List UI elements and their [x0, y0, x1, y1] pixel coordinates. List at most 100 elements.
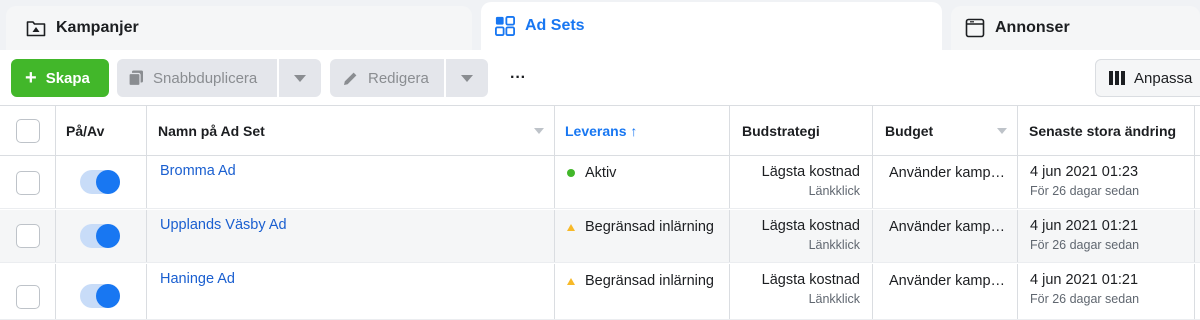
- header-onoff[interactable]: På/Av: [56, 106, 147, 155]
- quick-duplicate-label: Snabbduplicera: [153, 69, 258, 87]
- delivery-toggle[interactable]: [80, 284, 120, 308]
- columns-icon: [1109, 71, 1125, 85]
- header-last-change-label: Senaste stora ändring: [1029, 122, 1177, 139]
- chevron-down-icon: [461, 74, 473, 82]
- campaign-folder-icon: [26, 18, 46, 38]
- table-header-row: På/Av Namn på Ad Set Leverans ↑ Budstrat…: [0, 106, 1200, 156]
- header-bid-strategy[interactable]: Budstrategi: [730, 106, 873, 155]
- tab-ad-sets[interactable]: Ad Sets: [481, 2, 942, 50]
- ad-set-name-link[interactable]: Bromma Ad: [160, 163, 236, 179]
- last-change-date: 4 jun 2021 01:21: [1030, 218, 1139, 234]
- header-last-change[interactable]: Senaste stora ändring: [1018, 106, 1195, 155]
- tab-bar: Kampanjer Ad Sets Annonser: [0, 0, 1200, 50]
- bid-strategy-value: Lägsta kostnad: [761, 164, 860, 180]
- bid-strategy-cell: Lägsta kostnad Länkklick: [730, 210, 873, 262]
- budget-cell: Använder kamp…: [873, 264, 1018, 319]
- budget-value: Använder kamp…: [889, 273, 1006, 289]
- chevron-down-icon[interactable]: [534, 128, 544, 134]
- status-active-dot-icon: [567, 169, 575, 177]
- table-row[interactable]: Upplands Väsby Ad Begränsad inlärning Lä…: [0, 210, 1200, 263]
- tab-ads[interactable]: Annonser: [951, 6, 1200, 50]
- more-dots-icon: ···: [510, 69, 526, 86]
- ad-sets-grid-icon: [495, 16, 515, 36]
- delivery-status: Begränsad inlärning: [585, 219, 714, 235]
- onoff-cell: [56, 156, 147, 208]
- bid-strategy-cell: Lägsta kostnad Länkklick: [730, 264, 873, 319]
- header-budget[interactable]: Budget: [873, 106, 1018, 155]
- create-button[interactable]: + Skapa: [11, 59, 109, 97]
- warning-triangle-icon: [567, 278, 575, 285]
- customize-columns-label: Anpassa: [1134, 69, 1193, 87]
- delivery-status: Aktiv: [585, 165, 617, 181]
- tab-ad-sets-label: Ad Sets: [525, 17, 585, 34]
- edit-button-label: Redigera: [368, 69, 429, 87]
- delivery-cell: Begränsad inlärning: [555, 210, 730, 262]
- last-change-date: 4 jun 2021 01:21: [1030, 272, 1139, 288]
- plus-icon: +: [25, 67, 37, 89]
- onoff-cell: [56, 210, 147, 262]
- header-delivery-label: Leverans ↑: [565, 122, 638, 139]
- bid-strategy-cell: Lägsta kostnad Länkklick: [730, 156, 873, 208]
- toolbar: + Skapa Snabbduplicera Redigera ··· Anpa…: [0, 50, 1200, 106]
- tab-campaigns-label: Kampanjer: [56, 19, 139, 36]
- last-change-cell: 4 jun 2021 01:23 För 26 dagar sedan: [1018, 156, 1195, 208]
- duplicate-icon: [127, 69, 145, 87]
- name-cell: Bromma Ad: [147, 156, 555, 208]
- customize-columns-button[interactable]: Anpassa: [1095, 59, 1200, 97]
- row-checkbox[interactable]: [16, 224, 40, 248]
- budget-value: Använder kamp…: [889, 219, 1006, 235]
- tab-ads-label: Annonser: [995, 19, 1070, 36]
- budget-cell: Använder kamp…: [873, 156, 1018, 208]
- header-bid-strategy-label: Budstrategi: [742, 122, 820, 139]
- delivery-cell: Begränsad inlärning: [555, 264, 730, 319]
- more-options-button[interactable]: ···: [500, 59, 536, 97]
- duplicate-dropdown-button[interactable]: [279, 59, 321, 97]
- select-cell: [0, 210, 56, 262]
- last-change-date: 4 jun 2021 01:23: [1030, 164, 1139, 180]
- tab-campaigns[interactable]: Kampanjer: [6, 6, 472, 50]
- ad-set-name-link[interactable]: Haninge Ad: [160, 271, 235, 287]
- delivery-status: Begränsad inlärning: [585, 273, 714, 289]
- delivery-cell: Aktiv: [555, 156, 730, 208]
- header-name[interactable]: Namn på Ad Set: [147, 106, 555, 155]
- last-change-relative: För 26 dagar sedan: [1030, 292, 1140, 306]
- ad-set-name-link[interactable]: Upplands Väsby Ad: [160, 217, 287, 233]
- header-delivery[interactable]: Leverans ↑: [555, 106, 730, 155]
- header-onoff-label: På/Av: [66, 122, 105, 139]
- pencil-icon: [342, 70, 359, 87]
- header-budget-label: Budget: [885, 122, 934, 139]
- bid-strategy-value: Lägsta kostnad: [761, 272, 860, 288]
- header-name-label: Namn på Ad Set: [158, 122, 265, 139]
- name-cell: Upplands Väsby Ad: [147, 210, 555, 262]
- header-select-cell: [0, 106, 56, 155]
- edit-dropdown-button[interactable]: [446, 59, 488, 97]
- last-change-relative: För 26 dagar sedan: [1030, 238, 1140, 252]
- budget-cell: Använder kamp…: [873, 210, 1018, 262]
- select-cell: [0, 156, 56, 208]
- chevron-down-icon[interactable]: [997, 128, 1007, 134]
- chevron-down-icon: [294, 74, 306, 82]
- quick-duplicate-button[interactable]: Snabbduplicera: [117, 59, 277, 97]
- select-all-checkbox[interactable]: [16, 119, 40, 143]
- toggle-knob: [96, 284, 120, 308]
- budget-value: Använder kamp…: [889, 165, 1006, 181]
- ad-sets-table: På/Av Namn på Ad Set Leverans ↑ Budstrat…: [0, 106, 1200, 320]
- last-change-cell: 4 jun 2021 01:21 För 26 dagar sedan: [1018, 264, 1195, 319]
- bid-strategy-value: Lägsta kostnad: [761, 218, 860, 234]
- toggle-knob: [96, 224, 120, 248]
- delivery-toggle[interactable]: [80, 224, 120, 248]
- delivery-toggle[interactable]: [80, 170, 120, 194]
- table-row[interactable]: Haninge Ad Begränsad inlärning Lägsta ko…: [0, 264, 1200, 320]
- toggle-knob: [96, 170, 120, 194]
- bid-strategy-sub: Länkklick: [808, 184, 860, 198]
- row-checkbox[interactable]: [16, 285, 40, 309]
- row-checkbox[interactable]: [16, 171, 40, 195]
- bid-strategy-sub: Länkklick: [808, 292, 860, 306]
- bid-strategy-sub: Länkklick: [808, 238, 860, 252]
- create-button-label: Skapa: [45, 69, 90, 87]
- edit-button[interactable]: Redigera: [330, 59, 444, 97]
- last-change-cell: 4 jun 2021 01:21 För 26 dagar sedan: [1018, 210, 1195, 262]
- ad-window-icon: [965, 18, 985, 38]
- table-row[interactable]: Bromma Ad Aktiv Lägsta kostnad Länkklick…: [0, 156, 1200, 209]
- onoff-cell: [56, 264, 147, 319]
